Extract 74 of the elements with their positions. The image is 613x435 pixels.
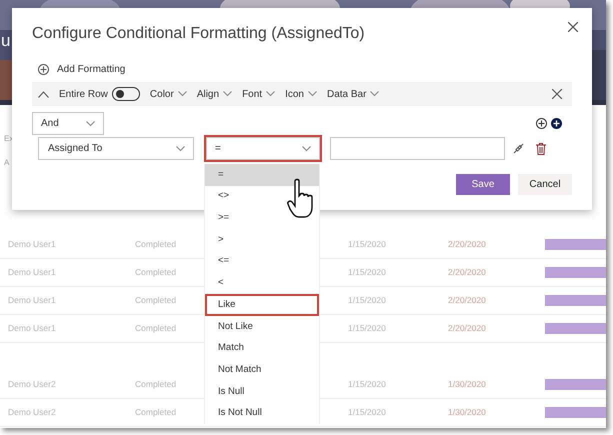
status-cell: Completed [135, 407, 176, 418]
dropdown-option[interactable]: <= [205, 250, 319, 272]
data-bar [545, 295, 606, 306]
data-bar [545, 379, 606, 390]
data-bar [545, 323, 606, 334]
banner-title: u [1, 32, 10, 49]
date-cell: 1/15/2020 [348, 379, 386, 390]
format-menu[interactable]: Data Bar [326, 86, 380, 102]
logic-dropdown[interactable]: And [32, 112, 104, 135]
chevron-down-icon [223, 91, 232, 97]
due-date-cell: 2/20/2020 [448, 239, 486, 250]
dropdown-option[interactable]: >= [205, 207, 319, 230]
date-cell: 1/15/2020 [348, 267, 386, 278]
user-cell: Demo User1 [8, 267, 56, 278]
date-cell: 1/15/2020 [348, 295, 386, 306]
dropdown-option[interactable]: Is Null [205, 380, 319, 403]
status-cell: Completed [135, 267, 176, 278]
data-bar [545, 239, 606, 250]
user-cell: Demo User2 [8, 379, 56, 390]
due-date-cell: 1/30/2020 [448, 407, 486, 418]
chevron-down-icon [176, 146, 185, 152]
chevron-down-icon [266, 91, 276, 97]
date-cell: 1/15/2020 [348, 407, 386, 418]
chevron-down-icon [302, 146, 311, 152]
column-label: A [4, 158, 10, 167]
due-date-cell: 2/20/2020 [448, 295, 486, 306]
status-cell: Completed [135, 323, 176, 334]
due-date-cell: 1/30/2020 [448, 379, 486, 390]
chevron-down-icon [370, 91, 380, 97]
status-cell: Completed [135, 295, 176, 306]
user-cell: Demo User2 [8, 407, 56, 418]
user-cell: Demo User1 [8, 239, 56, 250]
dropdown-option[interactable]: Is Not Null [205, 402, 319, 424]
format-menu[interactable]: Icon [285, 86, 317, 102]
cancel-button[interactable]: Cancel [518, 174, 572, 195]
trash-icon[interactable] [536, 142, 546, 154]
close-icon[interactable] [552, 89, 562, 99]
format-menu[interactable]: Font [242, 86, 276, 102]
close-icon[interactable] [568, 22, 578, 32]
dropdown-option[interactable]: < [205, 272, 319, 294]
date-cell: 1/15/2020 [348, 239, 386, 250]
add-circle-icon[interactable] [536, 118, 547, 129]
entire-row-label: Entire Row [59, 88, 108, 102]
add-formatting-link[interactable]: Add Formatting [57, 62, 126, 77]
collapse-icon[interactable] [38, 90, 49, 98]
due-date-cell: 2/20/2020 [448, 267, 486, 278]
dialog-title: Configure Conditional Formatting (AssignedTo) [32, 24, 366, 44]
dropdown-option[interactable]: = [205, 164, 319, 186]
dropdown-option[interactable]: Match [205, 338, 319, 360]
field-dropdown[interactable]: Assigned To [38, 137, 194, 160]
date-cell: 1/15/2020 [348, 323, 386, 334]
dropdown-option[interactable]: Not Like [205, 316, 319, 338]
operator-dropdown[interactable]: = [206, 137, 320, 160]
dropdown-option[interactable]: Not Match [205, 359, 319, 381]
toggle-switch[interactable] [112, 87, 140, 101]
chevron-down-icon [308, 91, 317, 97]
status-cell: Completed [135, 239, 176, 250]
link-icon[interactable] [513, 143, 524, 154]
save-button[interactable]: Save [456, 174, 510, 195]
add-icon [38, 64, 49, 75]
dropdown-option[interactable]: <> [205, 186, 319, 208]
format-menu[interactable]: Align [196, 86, 232, 102]
status-cell: Completed [135, 379, 176, 390]
format-menu[interactable]: Color [150, 86, 187, 102]
due-date-cell: 2/20/2020 [448, 323, 486, 334]
user-cell: Demo User1 [8, 323, 56, 334]
chevron-down-icon [86, 120, 95, 126]
dropdown-option[interactable]: > [205, 229, 319, 251]
user-cell: Demo User1 [8, 295, 56, 306]
value-input[interactable] [330, 137, 505, 160]
dropdown-option[interactable]: Like [205, 294, 319, 316]
chevron-down-icon [178, 91, 187, 97]
data-bar [545, 407, 606, 418]
data-bar [545, 267, 606, 278]
